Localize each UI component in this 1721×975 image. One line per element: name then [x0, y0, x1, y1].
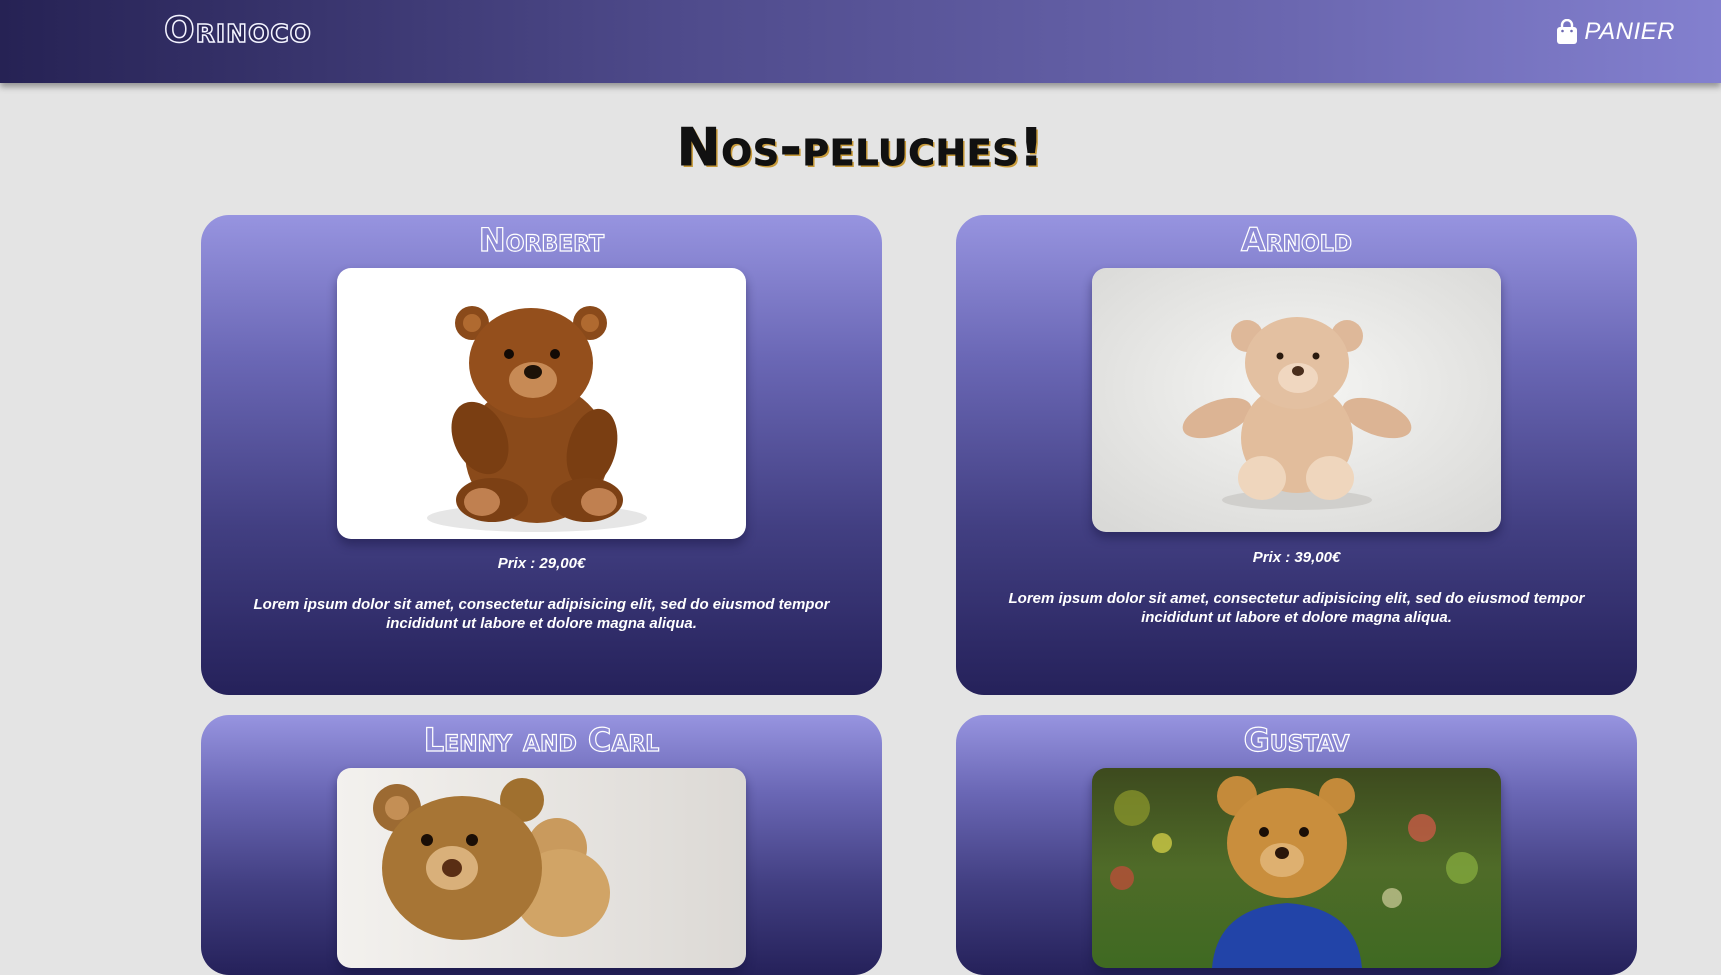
- product-image[interactable]: [337, 268, 746, 539]
- teddy-bear-photo: [1092, 268, 1501, 532]
- site-logo[interactable]: Orinoco: [163, 9, 312, 52]
- teddy-bears-photo: [337, 768, 746, 968]
- product-card-lenny-and-carl[interactable]: Lenny and Carl: [201, 715, 882, 975]
- product-name: Lenny and Carl: [423, 720, 660, 759]
- product-name: Gustav: [1243, 720, 1350, 759]
- product-image[interactable]: [1092, 268, 1501, 532]
- product-card-gustav[interactable]: Gustav: [956, 715, 1637, 975]
- teddy-bear-photo: [1092, 768, 1501, 968]
- shopping-bag-icon: [1556, 18, 1578, 45]
- product-description: Lorem ipsum dolor sit amet, consectetur …: [253, 596, 830, 632]
- product-image[interactable]: [1092, 768, 1501, 968]
- product-description: Lorem ipsum dolor sit amet, consectetur …: [1008, 590, 1585, 626]
- product-card-arnold[interactable]: Arnold Prix: 39,00€ Lorem ipsum dolor s…: [956, 215, 1637, 695]
- page-title: Nos-peluches!: [676, 118, 1045, 179]
- cart-link[interactable]: PANIER: [1556, 18, 1675, 46]
- product-image[interactable]: [337, 768, 746, 968]
- product-price: Prix : 39,00€: [1252, 549, 1341, 566]
- teddy-bear-photo: [337, 268, 746, 539]
- product-name: Arnold: [1240, 220, 1353, 259]
- cart-label: PANIER: [1584, 18, 1675, 45]
- product-name: Norbert: [478, 220, 605, 259]
- product-card-norbert[interactable]: Norbert Prix : 29,00€ Lorem ipsum dolor …: [201, 215, 882, 695]
- top-navbar: Orinoco PANIER: [0, 0, 1721, 83]
- product-price: Prix : 29,00€: [497, 555, 586, 572]
